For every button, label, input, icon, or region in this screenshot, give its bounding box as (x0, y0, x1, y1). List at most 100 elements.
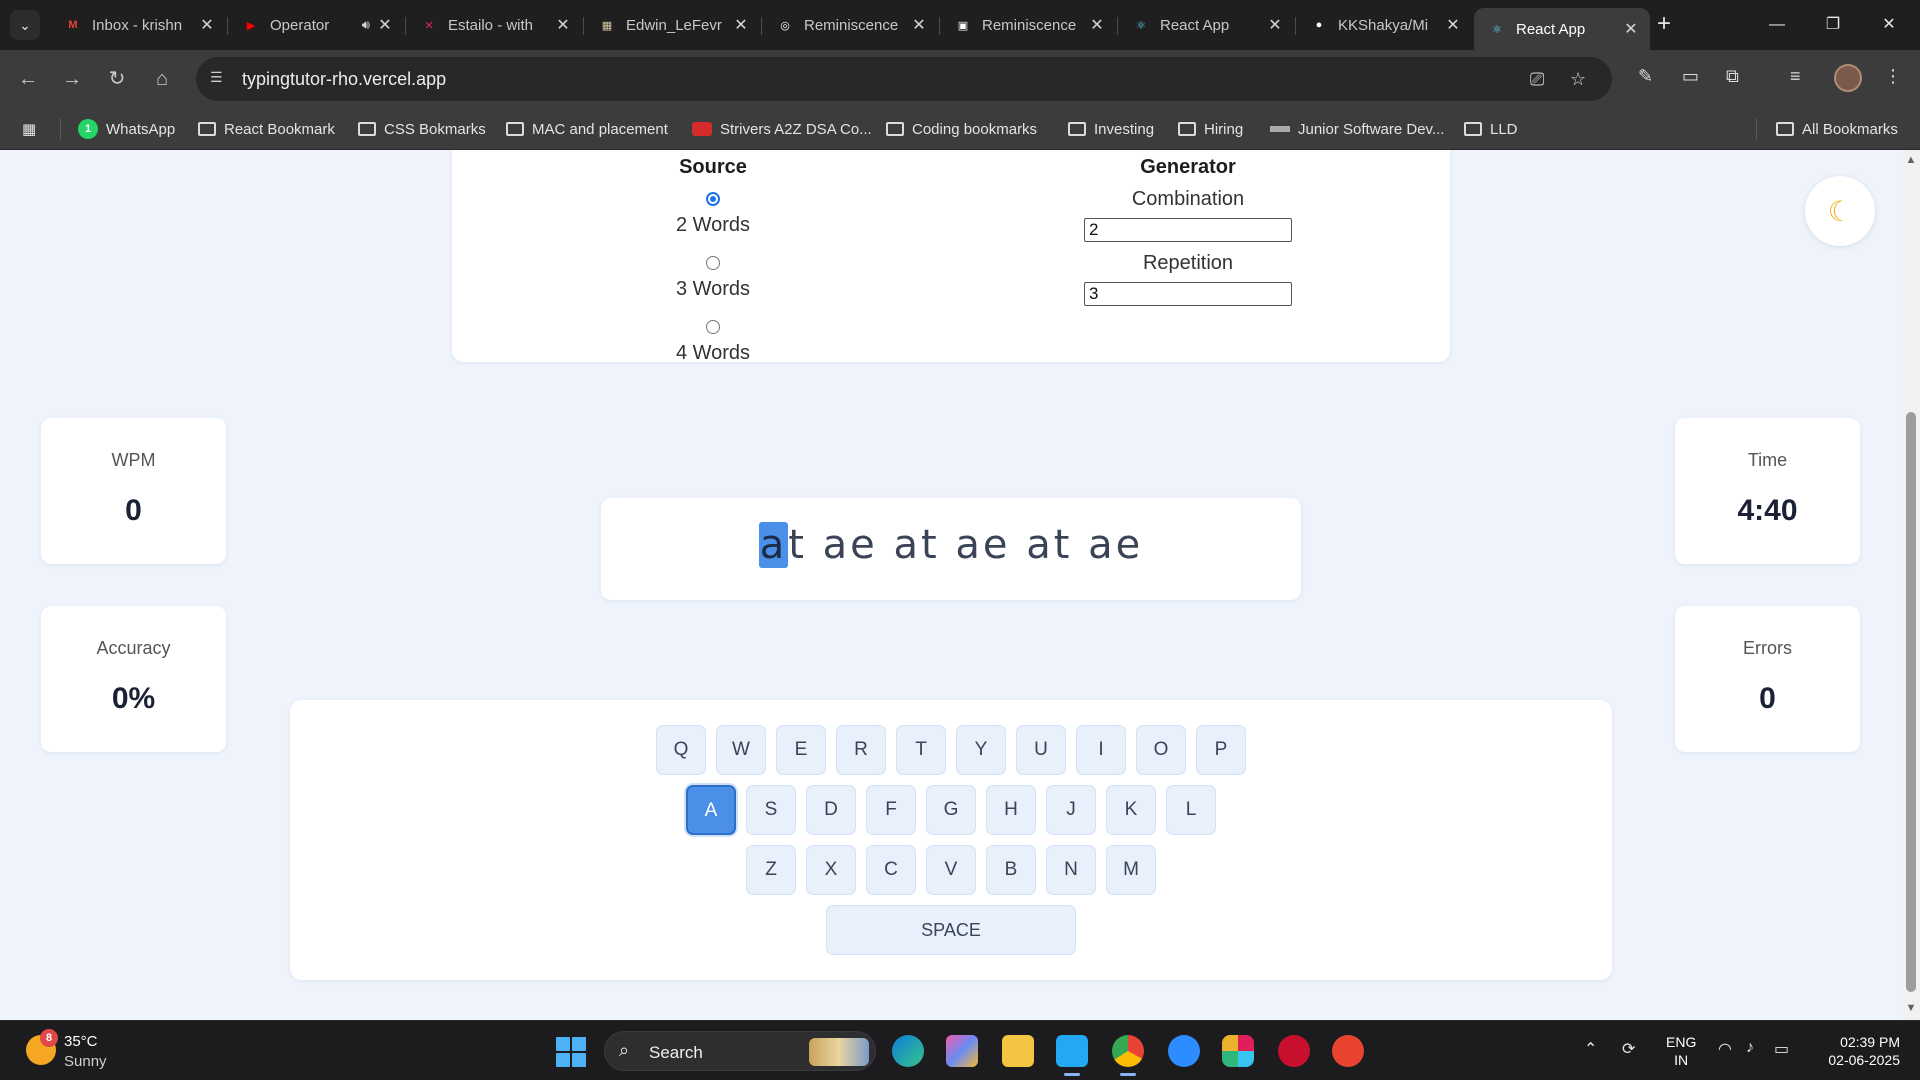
key-r[interactable]: R (836, 725, 886, 775)
key-i[interactable]: I (1076, 725, 1126, 775)
close-tab-icon[interactable]: ✕ (1622, 19, 1640, 39)
bookmark-item[interactable]: 1 WhatsApp (78, 118, 175, 140)
wps-office-icon[interactable] (1332, 1035, 1364, 1067)
key-e[interactable]: E (776, 725, 826, 775)
menu-kebab-icon[interactable]: ⋮ (1884, 66, 1902, 87)
close-tab-icon[interactable]: ✕ (198, 15, 216, 35)
back-arrow-icon[interactable]: ← (14, 65, 42, 93)
browser-tab[interactable]: ⚛ React App ✕ (1118, 8, 1294, 42)
key-p[interactable]: P (1196, 725, 1246, 775)
chrome-icon[interactable] (1112, 1035, 1144, 1076)
browser-tab[interactable]: ● KKShakya/Mi ✕ (1296, 8, 1472, 42)
key-d[interactable]: D (806, 785, 856, 835)
key-w[interactable]: W (716, 725, 766, 775)
typing-text-panel[interactable]: at ae at ae at ae (601, 498, 1301, 600)
key-s[interactable]: S (746, 785, 796, 835)
copilot-icon[interactable] (946, 1035, 978, 1067)
browser-tab[interactable]: ◎ Reminiscence ✕ (762, 8, 938, 42)
theme-toggle-button[interactable]: ☾ (1805, 176, 1875, 246)
bookmark-item[interactable]: Strivers A2Z DSA Co... (692, 118, 872, 140)
key-y[interactable]: Y (956, 725, 1006, 775)
scroll-up-arrow-icon[interactable]: ▲ (1905, 154, 1917, 166)
system-clock[interactable]: 02:39 PM 02-06-2025 (1818, 1033, 1900, 1069)
media-controls-icon[interactable]: ≡ (1790, 66, 1801, 87)
browser-tab[interactable]: ▶ Operator 🔊︎ ✕ (228, 8, 404, 42)
key-o[interactable]: O (1136, 725, 1186, 775)
close-tab-icon[interactable]: ✕ (1088, 15, 1106, 35)
repetition-input[interactable] (1084, 282, 1292, 306)
edge-icon[interactable] (892, 1035, 924, 1067)
reload-icon[interactable]: ↻ (103, 65, 131, 93)
profile-avatar[interactable] (1834, 64, 1862, 92)
browser-tab[interactable]: ▣ Reminiscence ✕ (940, 8, 1116, 42)
forward-arrow-icon[interactable]: → (58, 65, 86, 93)
weather-condition[interactable]: Sunny (64, 1053, 107, 1070)
source-radio[interactable] (706, 256, 720, 270)
zoom-icon[interactable] (1168, 1035, 1200, 1067)
key-u[interactable]: U (1016, 725, 1066, 775)
source-radio[interactable] (706, 192, 720, 206)
browser-tab[interactable]: M Inbox - krishn ✕ (50, 8, 226, 42)
scroll-down-arrow-icon[interactable]: ▼ (1905, 1002, 1917, 1014)
bookmark-item[interactable]: Coding bookmarks (886, 118, 1037, 140)
close-tab-icon[interactable]: ✕ (554, 15, 572, 35)
key-v[interactable]: V (926, 845, 976, 895)
key-h[interactable]: H (986, 785, 1036, 835)
speaker-icon[interactable]: 🔊︎ (362, 17, 370, 33)
volume-icon[interactable]: ♪ (1746, 1039, 1754, 1057)
tab-search-chevron-icon[interactable]: ⌄ (10, 10, 40, 40)
key-space[interactable]: SPACE (826, 905, 1076, 955)
close-tab-icon[interactable]: ✕ (1266, 15, 1284, 35)
browser-tab[interactable]: ✕ Estailo - with ✕ (406, 8, 582, 42)
key-f[interactable]: F (866, 785, 916, 835)
bookmark-item[interactable]: Hiring (1178, 118, 1243, 140)
source-radio[interactable] (706, 320, 720, 334)
close-tab-icon[interactable]: ✕ (376, 15, 394, 35)
sync-icon[interactable]: ⟳ (1622, 1039, 1635, 1059)
key-c[interactable]: C (866, 845, 916, 895)
extensions-icon[interactable]: ⧉ (1726, 66, 1739, 87)
combination-input[interactable] (1084, 218, 1292, 242)
key-a[interactable]: A (686, 785, 736, 835)
close-window-icon[interactable]: ✕ (1866, 10, 1912, 40)
home-icon[interactable]: ⌂ (148, 65, 176, 93)
key-g[interactable]: G (926, 785, 976, 835)
address-bar[interactable]: ☰ typingtutor-rho.vercel.app ⎚ ☆ (196, 57, 1612, 101)
weather-temperature[interactable]: 35°C (64, 1033, 98, 1050)
key-x[interactable]: X (806, 845, 856, 895)
slack-icon[interactable] (1222, 1035, 1254, 1067)
key-q[interactable]: Q (656, 725, 706, 775)
new-tab-plus-icon[interactable]: + (1650, 10, 1678, 38)
key-n[interactable]: N (1046, 845, 1096, 895)
apps-grid-icon[interactable]: ▦ (22, 118, 36, 140)
vscode-icon[interactable] (1056, 1035, 1088, 1076)
windows-start-icon[interactable] (556, 1037, 586, 1067)
browser-tab[interactable]: ▦ Edwin_LeFevr ✕ (584, 8, 760, 42)
bookmark-item[interactable]: MAC and placement (506, 118, 668, 140)
restore-icon[interactable]: ❐ (1810, 10, 1856, 40)
scroll-thumb[interactable] (1906, 412, 1916, 992)
install-app-icon[interactable]: ⎚ (1530, 69, 1544, 90)
browser-tab[interactable]: ⚛ React App ✕ (1474, 8, 1650, 50)
key-b[interactable]: B (986, 845, 1036, 895)
all-bookmarks[interactable]: All Bookmarks (1776, 118, 1898, 140)
key-m[interactable]: M (1106, 845, 1156, 895)
bookmark-item[interactable]: LLD (1464, 118, 1518, 140)
bookmark-item[interactable]: CSS Bokmarks (358, 118, 486, 140)
minimize-icon[interactable]: — (1754, 10, 1800, 40)
key-k[interactable]: K (1106, 785, 1156, 835)
wifi-icon[interactable]: ◠ (1718, 1039, 1732, 1059)
key-l[interactable]: L (1166, 785, 1216, 835)
file-explorer-icon[interactable] (1002, 1035, 1034, 1067)
bookmark-star-icon[interactable]: ☆ (1570, 69, 1586, 90)
security-app-icon[interactable] (1278, 1035, 1310, 1067)
key-z[interactable]: Z (746, 845, 796, 895)
bookmark-item[interactable]: Investing (1068, 118, 1154, 140)
bookmark-item[interactable]: Junior Software Dev... (1270, 118, 1444, 140)
sidebar-icon[interactable]: ▭ (1682, 66, 1699, 87)
key-t[interactable]: T (896, 725, 946, 775)
pen-icon[interactable]: ✎ (1638, 66, 1653, 87)
battery-icon[interactable]: ▭ (1774, 1039, 1789, 1059)
taskbar-search[interactable]: ⌕ Search (604, 1031, 876, 1071)
bookmark-item[interactable]: React Bookmark (198, 118, 335, 140)
